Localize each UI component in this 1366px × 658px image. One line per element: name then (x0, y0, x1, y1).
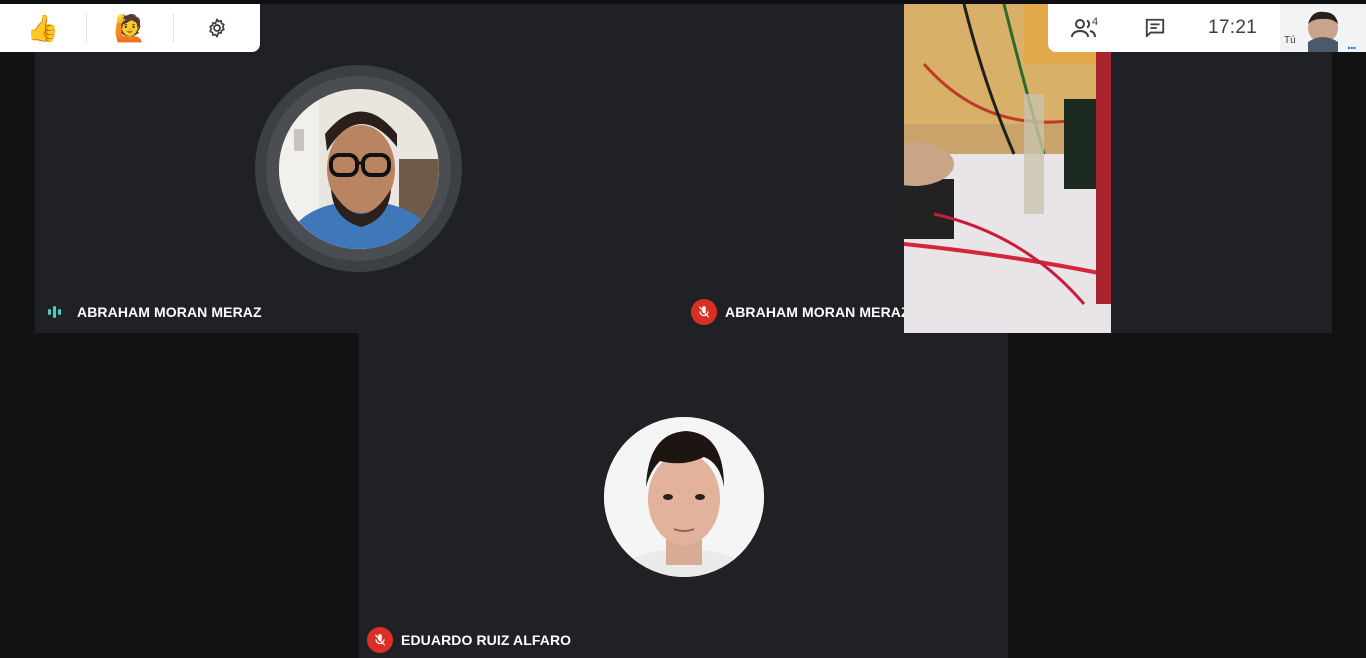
participant-tile-abraham[interactable] (35, 4, 905, 333)
avatar-ring-inner (266, 76, 451, 261)
self-label: Tú (1284, 35, 1296, 46)
mic-off-icon (367, 627, 393, 653)
thumbs-up-button[interactable]: 👍 (0, 4, 86, 52)
participant-name: ABRAHAM MORAN MERAZ (725, 304, 910, 320)
thumbs-up-icon: 👍 (26, 12, 60, 43)
reactions-toolbar: 👍 🙋 (0, 4, 260, 52)
raise-hand-button[interactable]: 🙋 (87, 4, 173, 52)
mic-off-icon (691, 299, 717, 325)
avatar-eduardo (604, 417, 764, 577)
avatar-ring (255, 65, 462, 272)
more-options-icon[interactable]: ... (1347, 36, 1357, 52)
participants-button[interactable]: 4 (1048, 4, 1120, 52)
participant-name: ABRAHAM MORAN MERAZ (77, 304, 262, 320)
meeting-stage: ABRAHAM MORAN MERAZ ABRAHAM MORAN MERAZ (0, 0, 1366, 658)
chat-icon (1145, 18, 1165, 38)
raise-hand-icon: 🙋 (113, 12, 147, 43)
avatar-abraham (278, 88, 439, 249)
participant-name: EDUARDO RUIZ ALFARO (401, 632, 572, 648)
participant-tile-filler (1110, 52, 1332, 333)
avatar-abraham-image (278, 88, 439, 249)
video-feed[interactable] (904, 4, 1111, 333)
settings-button[interactable] (174, 4, 260, 52)
chat-button[interactable] (1120, 4, 1190, 52)
video-frame (904, 4, 1111, 333)
meeting-clock: 17:21 (1208, 17, 1258, 38)
avatar-eduardo-image (604, 417, 764, 577)
gear-icon (209, 18, 225, 38)
participants-count: 4 (1092, 16, 1099, 28)
speaking-indicator-icon (48, 305, 66, 319)
